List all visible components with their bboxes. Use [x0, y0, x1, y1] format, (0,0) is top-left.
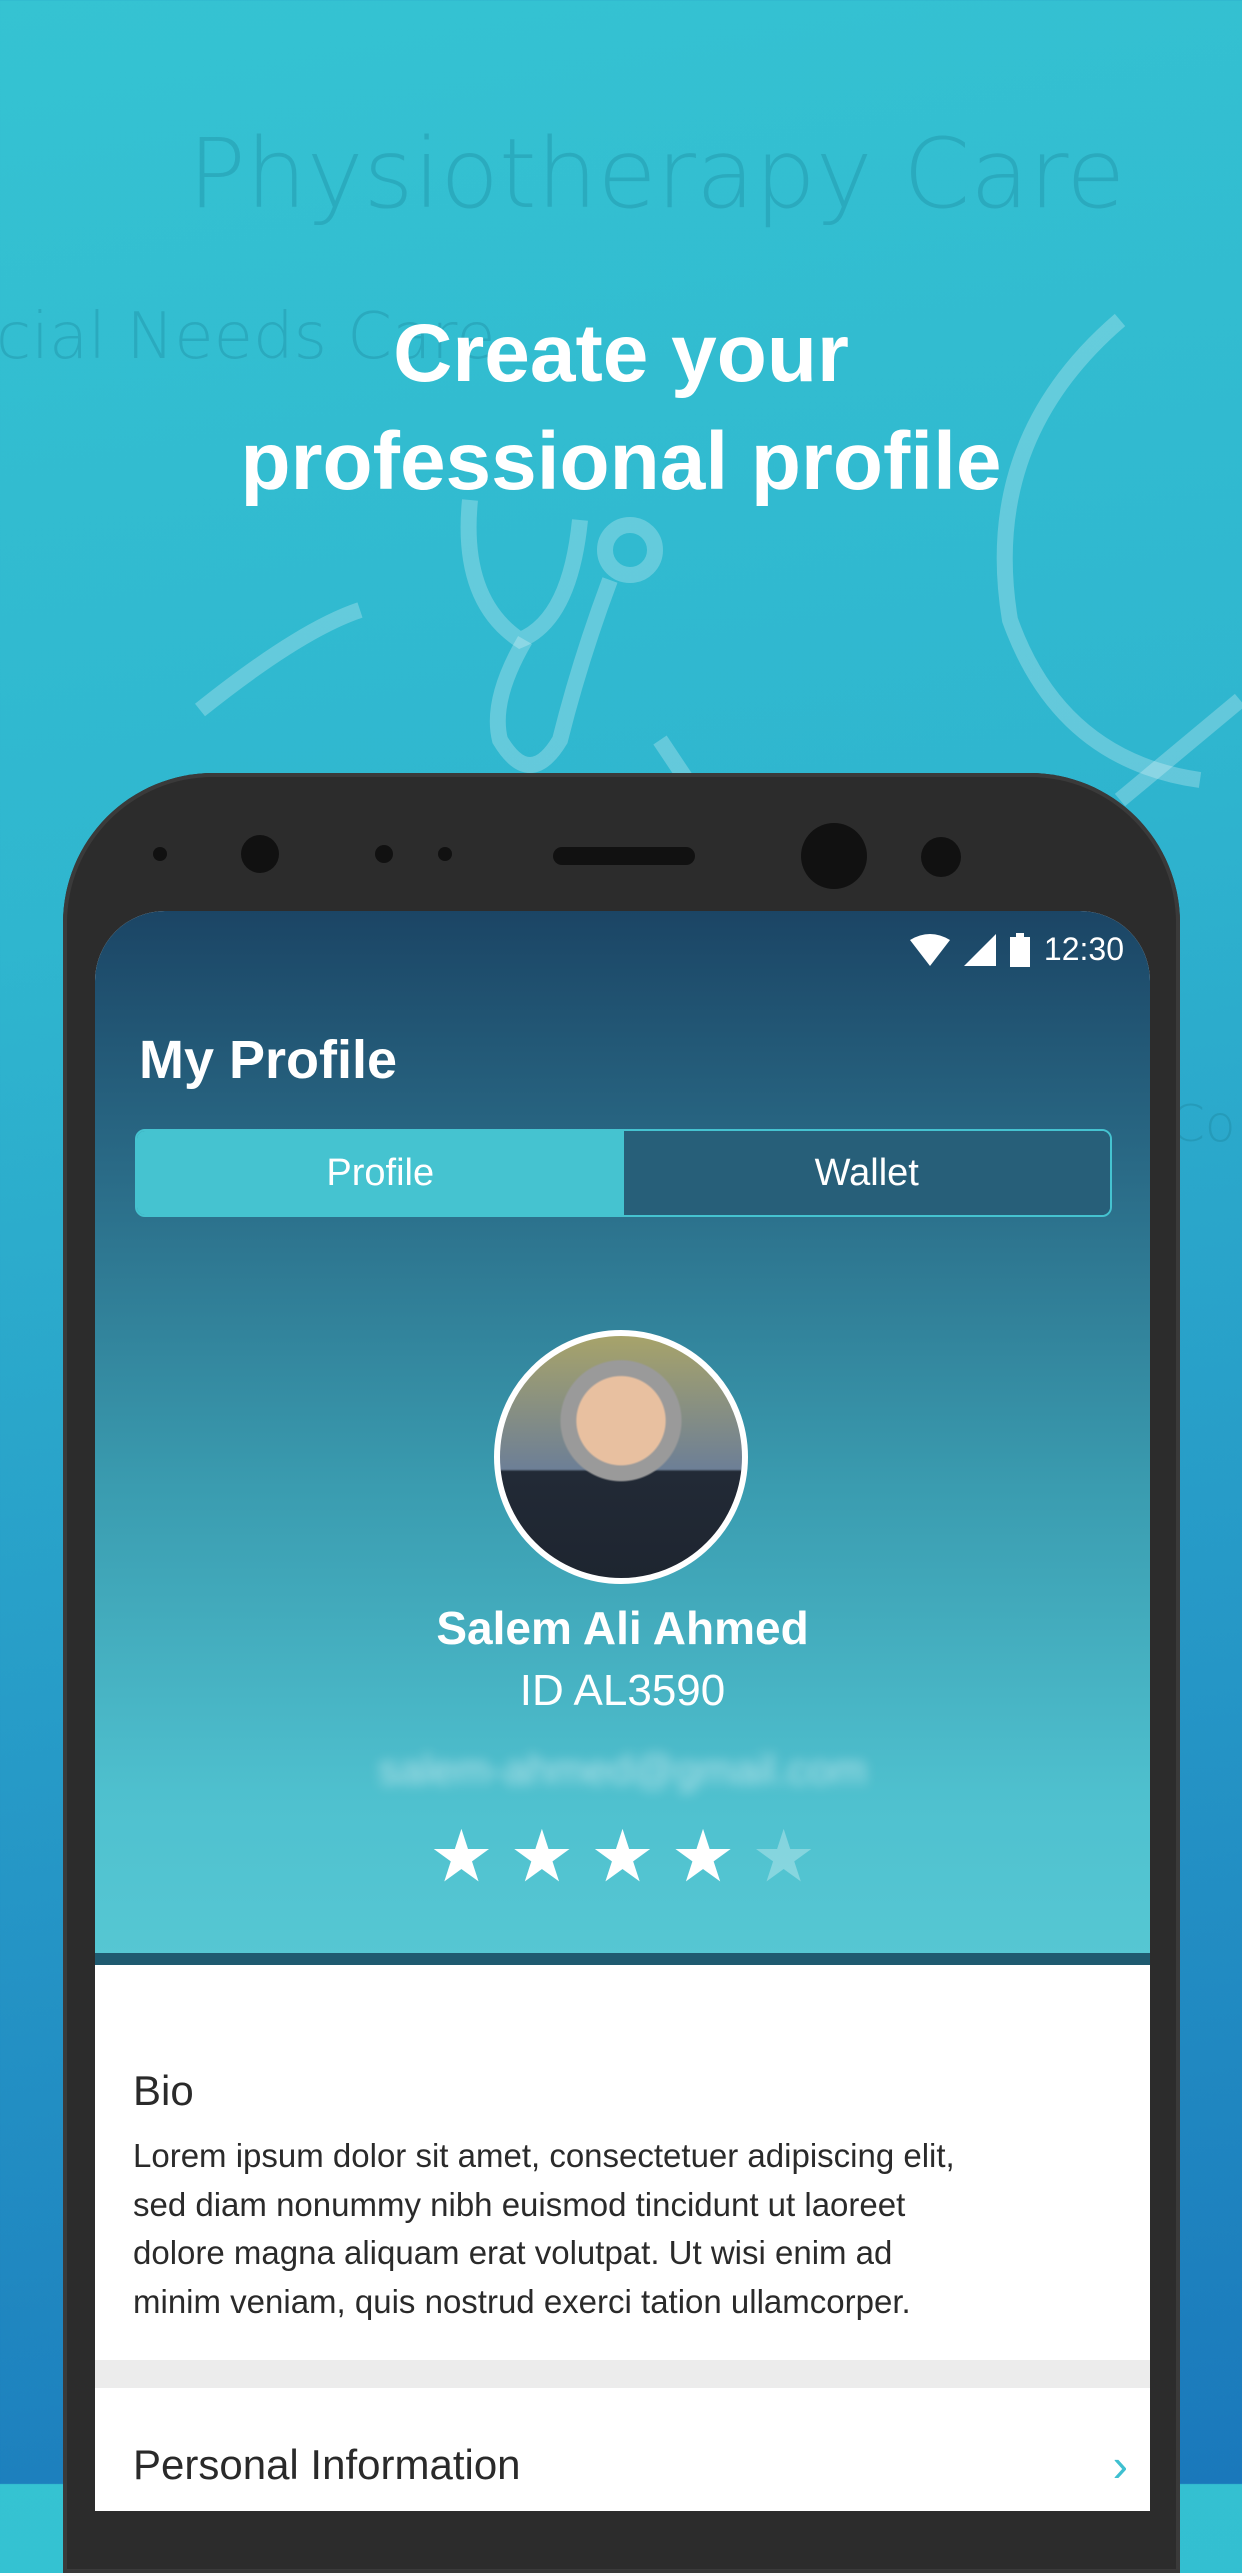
wifi-icon	[909, 933, 950, 966]
tab-profile[interactable]: Profile	[137, 1131, 624, 1215]
battery-icon	[1009, 932, 1030, 967]
headline-line-1: Create your	[393, 308, 849, 399]
star-filled-icon: ★	[590, 1817, 655, 1897]
user-email: salem-ahmed@gmail.com	[378, 1746, 867, 1793]
front-camera-icon	[801, 823, 867, 889]
star-filled-icon: ★	[670, 1817, 736, 1897]
signal-icon	[963, 933, 996, 966]
sensor-icon	[921, 837, 961, 877]
bio-line: dolore magna aliquam erat volutpat. Ut w…	[133, 2234, 893, 2271]
star-filled-icon: ★	[509, 1817, 575, 1897]
status-bar: 12:30	[909, 931, 1124, 968]
avatar[interactable]	[494, 1330, 748, 1584]
bio-line: Lorem ipsum dolor sit amet, consectetuer…	[133, 2137, 955, 2174]
page-title: My Profile	[139, 1030, 398, 1090]
bio-card: Bio Lorem ipsum dolor sit amet, consecte…	[95, 1967, 1150, 2357]
speaker-grille	[553, 847, 695, 865]
bio-line: minim veniam, quis nostrud exerci tation…	[133, 2282, 911, 2320]
headline: Create your professional profile	[0, 300, 1242, 516]
sensor-icon	[153, 847, 167, 861]
divider	[95, 1953, 1150, 1965]
star-filled-icon: ★	[429, 1817, 494, 1897]
app-screen: 12:30 My Profile Profile Wallet Salem Al…	[95, 911, 1150, 2511]
status-time: 12:30	[1043, 931, 1124, 967]
bio-line: sed diam nonummy nibh euismod tincidunt …	[133, 2185, 906, 2223]
tab-wallet[interactable]: Wallet	[623, 1131, 1110, 1215]
rating-stars: ★ ★ ★ ★ ★	[95, 1821, 1150, 1893]
personal-information-row[interactable]: Personal Information	[133, 2441, 521, 2489]
tab-bar: Profile Wallet	[135, 1129, 1112, 1217]
headline-line-2: professional profile	[240, 416, 1002, 507]
section-divider	[95, 2360, 1150, 2388]
camera-icon	[241, 835, 279, 873]
sensor-icon	[375, 845, 393, 863]
star-empty-icon: ★	[751, 1817, 816, 1897]
user-name: Salem Ali Ahmed	[436, 1602, 809, 1654]
sensor-icon	[438, 847, 452, 861]
user-id: ID AL3590	[519, 1666, 726, 1715]
bio-heading: Bio	[133, 2067, 194, 2114]
bio-text: Lorem ipsum dolor sit amet, consectetuer…	[133, 2132, 955, 2326]
